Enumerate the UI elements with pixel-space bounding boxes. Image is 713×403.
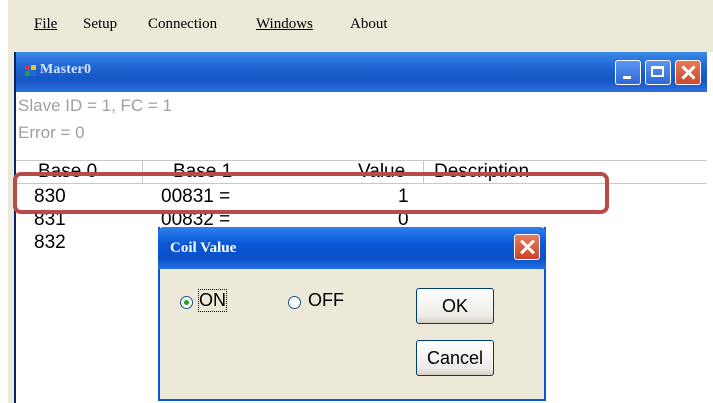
window-app-icon	[25, 65, 37, 77]
menu-connection[interactable]: Connection	[148, 16, 217, 33]
menu-about[interactable]: About	[350, 16, 388, 33]
menu-windows[interactable]: Windows	[256, 16, 313, 33]
close-icon[interactable]	[675, 60, 701, 85]
radio-off[interactable]	[288, 296, 301, 309]
menu-file[interactable]: File	[34, 16, 57, 33]
child-title-bar[interactable]: Master0	[16, 52, 707, 92]
radio-off-label[interactable]: OFF	[308, 290, 344, 311]
radio-on[interactable]	[180, 296, 193, 309]
cell-base0: 832	[34, 232, 66, 253]
coil-value-dialog: Coil Value ON OFF OK Cancel	[158, 227, 546, 401]
status-error: Error = 0	[18, 123, 85, 142]
menu-bar: File Setup Connection Windows About	[8, 0, 713, 46]
ok-button[interactable]: OK	[416, 288, 494, 324]
radio-on-label[interactable]: ON	[198, 289, 227, 312]
dialog-close-icon[interactable]	[514, 234, 540, 260]
minimize-icon[interactable]	[615, 60, 641, 85]
child-window-title: Master0	[40, 62, 92, 77]
menu-setup[interactable]: Setup	[83, 16, 117, 33]
cancel-button[interactable]: Cancel	[416, 340, 494, 376]
highlight-annotation	[13, 172, 609, 214]
dialog-title: Coil Value	[170, 240, 237, 256]
maximize-icon[interactable]	[645, 60, 671, 85]
status-slave-fc: Slave ID = 1, FC = 1	[18, 96, 173, 115]
dialog-title-bar[interactable]: Coil Value	[158, 227, 546, 269]
